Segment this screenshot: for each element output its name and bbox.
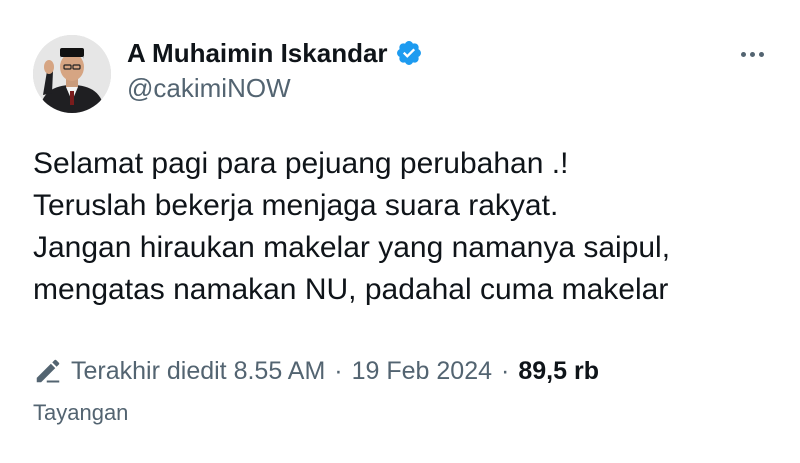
user-handle[interactable]: @cakimiNOW bbox=[127, 73, 423, 104]
tweet-text: Selamat pagi para pejuang perubahan .! T… bbox=[33, 143, 773, 311]
avatar-photo bbox=[33, 35, 111, 113]
separator: · bbox=[501, 356, 510, 385]
separator: · bbox=[334, 356, 343, 385]
more-dot bbox=[740, 51, 746, 57]
display-name[interactable]: A Muhaimin Iskandar bbox=[127, 38, 388, 69]
tweet-line: Jangan hiraukan makelar yang namanya sai… bbox=[33, 231, 671, 264]
edited-timestamp[interactable]: Terakhir diedit 8.55 AM bbox=[71, 357, 325, 386]
pencil-edit-icon[interactable] bbox=[33, 356, 63, 386]
verified-badge-icon[interactable] bbox=[395, 39, 423, 67]
views-label: Tayangan bbox=[33, 400, 129, 425]
tweet-meta: Terakhir diedit 8.55 AM · 19 Feb 2024 · … bbox=[33, 356, 599, 386]
more-options-icon[interactable] bbox=[732, 40, 772, 68]
more-dot bbox=[749, 51, 755, 57]
author-block: A Muhaimin Iskandar @cakimiNOW bbox=[127, 36, 423, 104]
tweet-card: A Muhaimin Iskandar @cakimiNOW Selamat p… bbox=[0, 0, 800, 463]
more-dot bbox=[758, 51, 764, 57]
name-row: A Muhaimin Iskandar bbox=[127, 36, 423, 70]
views-count: 89,5 rb bbox=[518, 356, 599, 385]
tweet-line: mengatas namakan NU, padahal cuma makela… bbox=[33, 273, 669, 306]
tweet-line: Teruslah bekerja menjaga suara rakyat. bbox=[33, 189, 559, 222]
tweet-line: Selamat pagi para pejuang perubahan .! bbox=[33, 147, 569, 180]
avatar[interactable] bbox=[33, 35, 111, 113]
post-date[interactable]: 19 Feb 2024 bbox=[352, 357, 492, 386]
